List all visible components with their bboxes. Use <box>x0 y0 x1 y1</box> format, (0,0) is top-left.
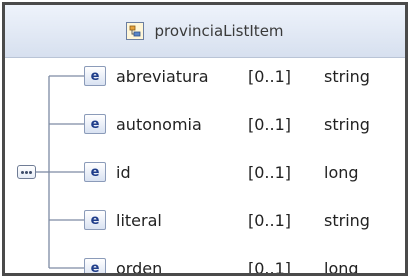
element-icon: e <box>84 114 106 134</box>
sequence-dot <box>25 170 28 174</box>
element-row-abreviatura[interactable]: e abreviatura [0..1] string <box>84 64 370 88</box>
element-cardinality: [0..1] <box>248 114 292 134</box>
element-name: abreviatura <box>116 66 209 86</box>
element-row-id[interactable]: e id [0..1] long <box>84 160 359 184</box>
element-cardinality: [0..1] <box>248 162 292 182</box>
element-icon: e <box>84 210 106 230</box>
element-type: long <box>324 258 359 276</box>
complex-type-icon <box>126 22 145 40</box>
header-divider <box>5 57 405 58</box>
element-name: literal <box>116 210 162 230</box>
element-icon: e <box>84 258 106 273</box>
element-icon: e <box>84 162 106 182</box>
element-name: autonomia <box>116 114 202 134</box>
element-name: id <box>116 162 131 182</box>
element-cardinality: [0..1] <box>248 210 292 230</box>
complex-type-header: provinciaListItem <box>5 5 405 58</box>
element-row-orden[interactable]: e orden [0..1] long <box>84 256 359 276</box>
element-name: orden <box>116 258 163 276</box>
sequence-icon[interactable] <box>17 165 36 179</box>
complex-type-name: provinciaListItem <box>154 22 284 40</box>
element-tree: e abreviatura [0..1] string e autonomia … <box>5 61 405 276</box>
sequence-dot <box>21 170 24 174</box>
element-type: string <box>324 210 370 230</box>
element-type: string <box>324 114 370 134</box>
sequence-dot <box>29 170 32 174</box>
element-type: long <box>324 162 359 182</box>
complex-type-box: provinciaListItem e abreviatura [0..1] s… <box>2 2 408 276</box>
element-row-literal[interactable]: e literal [0..1] string <box>84 208 370 232</box>
element-row-autonomia[interactable]: e autonomia [0..1] string <box>84 112 370 136</box>
element-cardinality: [0..1] <box>248 66 292 86</box>
element-type: string <box>324 66 370 86</box>
element-cardinality: [0..1] <box>248 258 292 276</box>
complex-type-title: provinciaListItem <box>5 5 405 57</box>
element-icon: e <box>84 66 106 86</box>
complex-type-icon-glyph <box>130 25 141 37</box>
